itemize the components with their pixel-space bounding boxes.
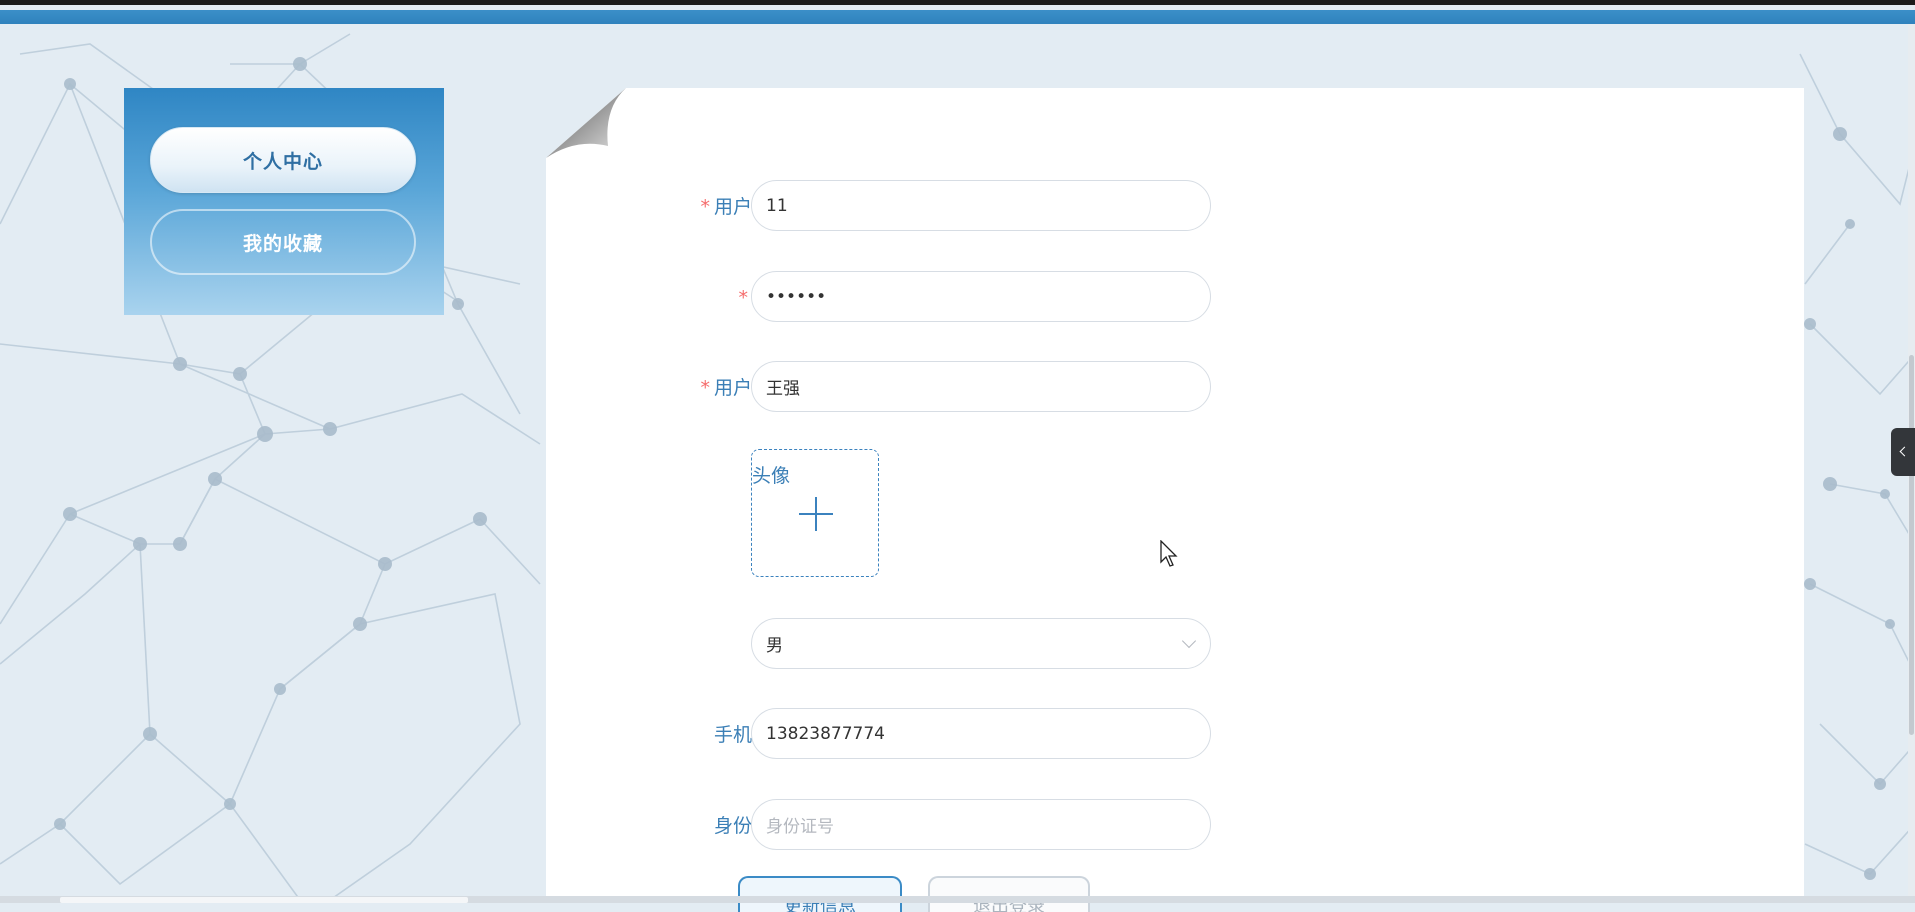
required-mark: * xyxy=(738,287,748,309)
name-input[interactable]: 王强 xyxy=(751,361,1211,412)
required-mark: * xyxy=(700,377,710,399)
top-header-bar xyxy=(0,10,1915,24)
logout-button[interactable]: 退出登录 xyxy=(928,876,1090,912)
sidebar-item-my-favorites[interactable]: 我的收藏 xyxy=(150,209,416,275)
avatar-uploader[interactable] xyxy=(751,449,879,577)
chevron-left-icon xyxy=(1899,446,1910,457)
chevron-down-icon xyxy=(1181,633,1197,649)
mouse-cursor-icon xyxy=(1160,540,1178,567)
password-input[interactable]: •••••• xyxy=(751,271,1211,322)
phone-input[interactable]: 13823877774 xyxy=(751,708,1211,759)
profile-form-card: *用户账号 11 *密码 •••••• *用户姓名 王强 头像 性别 男 手机号… xyxy=(546,88,1804,912)
sidebar-item-label: 个人中心 xyxy=(242,150,323,173)
window-top-edge xyxy=(0,0,1915,5)
horizontal-scrollbar-thumb[interactable] xyxy=(60,897,468,903)
account-input[interactable]: 11 xyxy=(751,180,1211,231)
panel-toggle-button[interactable] xyxy=(1891,428,1915,476)
gender-select[interactable]: 男 xyxy=(751,618,1211,669)
sidebar-item-personal-center[interactable]: 个人中心 xyxy=(150,127,416,193)
sidebar-item-label: 我的收藏 xyxy=(242,232,323,255)
user-sidebar: 个人中心 我的收藏 xyxy=(124,88,444,315)
update-info-button[interactable]: 更新信息 xyxy=(738,876,902,912)
required-mark: * xyxy=(700,196,710,218)
vertical-scrollbar-thumb[interactable] xyxy=(1909,355,1914,735)
page-curl-decoration xyxy=(546,88,626,158)
idcard-input[interactable]: 身份证号 xyxy=(751,799,1211,850)
